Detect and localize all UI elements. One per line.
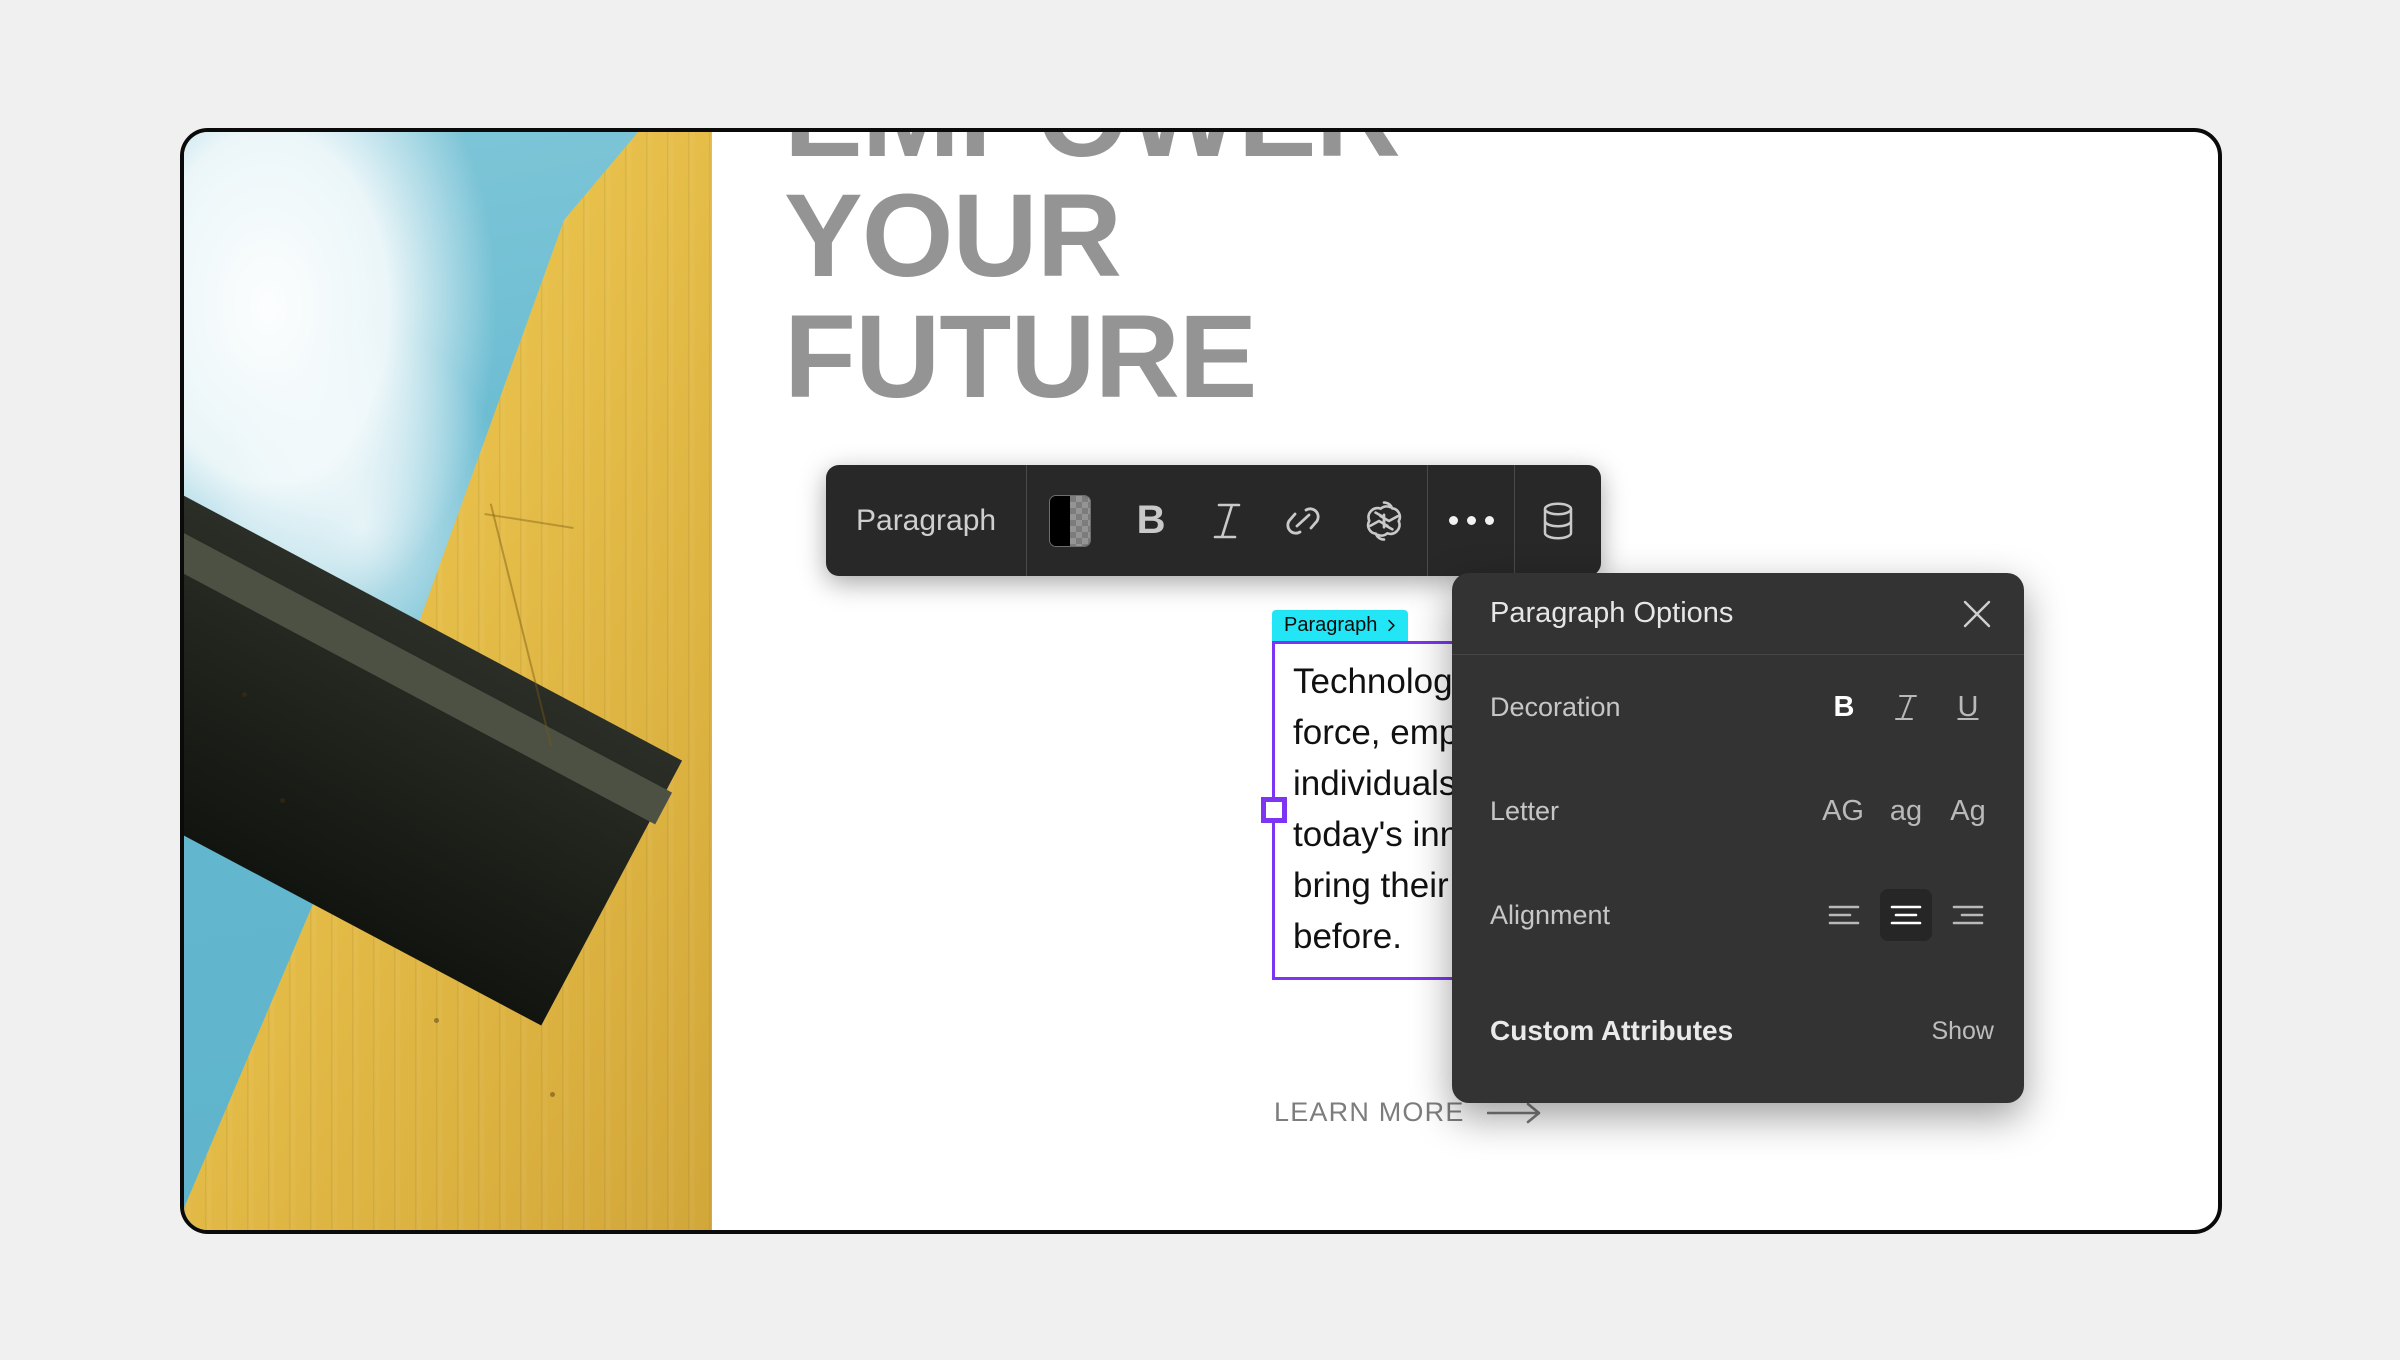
custom-attributes-label: Custom Attributes (1490, 1015, 1734, 1046)
resize-handle-left[interactable] (1261, 797, 1287, 824)
openai-logo-icon (1366, 500, 1402, 541)
link-button[interactable] (1265, 465, 1341, 576)
color-swatch-button[interactable] (1027, 465, 1113, 576)
close-icon[interactable] (1960, 597, 1994, 631)
row-alignment-label: Alignment (1490, 899, 1611, 930)
more-button[interactable] (1428, 465, 1514, 576)
ellipsis-icon (1448, 516, 1494, 525)
letter-capitalize-label: Ag (1950, 794, 1986, 827)
alignment-options (1818, 889, 1994, 941)
decoration-italic-option[interactable] (1880, 681, 1932, 733)
learn-more-label: LEARN MORE (1274, 1097, 1465, 1127)
format-toolbar[interactable]: Paragraph B (826, 465, 1602, 576)
selection-label-tag[interactable]: Paragraph (1272, 610, 1409, 641)
align-left-icon (1828, 905, 1860, 925)
italic-icon (1895, 695, 1917, 720)
paragraph-options-panel[interactable]: Paragraph Options Decoration B U Letter … (1452, 573, 2024, 1103)
letter-options: AG ag Ag (1816, 785, 1994, 837)
openai-button[interactable] (1341, 465, 1427, 576)
chevron-right-icon (1388, 619, 1396, 632)
bold-button[interactable]: B (1113, 465, 1189, 576)
row-custom-attributes[interactable]: Custom Attributes Show (1490, 985, 1994, 1077)
custom-attributes-show-button[interactable]: Show (1931, 1017, 1994, 1046)
align-right-option[interactable] (1942, 889, 1994, 941)
toolbar-block-type-label[interactable]: Paragraph (826, 465, 1026, 576)
wall-speck (280, 798, 285, 803)
wall-speck (550, 1092, 555, 1097)
swatch-transparent-half (1070, 495, 1091, 546)
align-left-option[interactable] (1818, 889, 1870, 941)
bold-icon: B (1136, 498, 1166, 542)
align-center-icon (1890, 905, 1922, 925)
panel-title: Paragraph Options (1490, 597, 1734, 629)
letter-lowercase-label: ag (1889, 794, 1923, 827)
database-button[interactable] (1515, 465, 1601, 576)
page-headline: EMPOWER YOUR FUTURE (784, 132, 1401, 423)
letter-uppercase-label: AG (1822, 794, 1864, 827)
screen: EMPOWER YOUR FUTURE Paragraph Technology… (0, 0, 2400, 1360)
decoration-bold-option[interactable]: B (1818, 681, 1870, 733)
wall-speck (434, 1018, 439, 1023)
letter-uppercase-option[interactable]: AG (1816, 785, 1870, 837)
letter-lowercase-option[interactable]: ag (1880, 785, 1932, 837)
database-icon (1543, 502, 1573, 539)
color-swatch-icon (1049, 494, 1092, 547)
row-alignment: Alignment (1490, 863, 1994, 967)
align-right-icon (1952, 905, 1984, 925)
wall-speck (242, 692, 247, 697)
panel-header: Paragraph Options (1452, 573, 2024, 655)
decoration-underline-option[interactable]: U (1942, 681, 1994, 733)
selection-label-text: Paragraph (1284, 614, 1378, 636)
align-center-option[interactable] (1880, 889, 1932, 941)
hero-photo[interactable] (184, 132, 712, 1230)
row-letter-label: Letter (1490, 795, 1560, 826)
arrow-right-icon (1486, 1102, 1540, 1123)
row-decoration: Decoration B U (1490, 655, 1994, 759)
decoration-underline-label: U (1957, 690, 1979, 723)
panel-body: Decoration B U Letter AG ag Ag Alignment… (1452, 655, 2024, 1077)
decoration-options: B U (1818, 681, 1994, 733)
letter-capitalize-option[interactable]: Ag (1942, 785, 1994, 837)
italic-icon (1213, 503, 1241, 538)
italic-button[interactable] (1189, 465, 1265, 576)
swatch-solid-half (1050, 495, 1071, 546)
link-icon (1286, 506, 1320, 535)
decoration-bold-label: B (1833, 690, 1855, 723)
row-letter: Letter AG ag Ag (1490, 759, 1994, 863)
row-decoration-label: Decoration (1490, 691, 1621, 722)
